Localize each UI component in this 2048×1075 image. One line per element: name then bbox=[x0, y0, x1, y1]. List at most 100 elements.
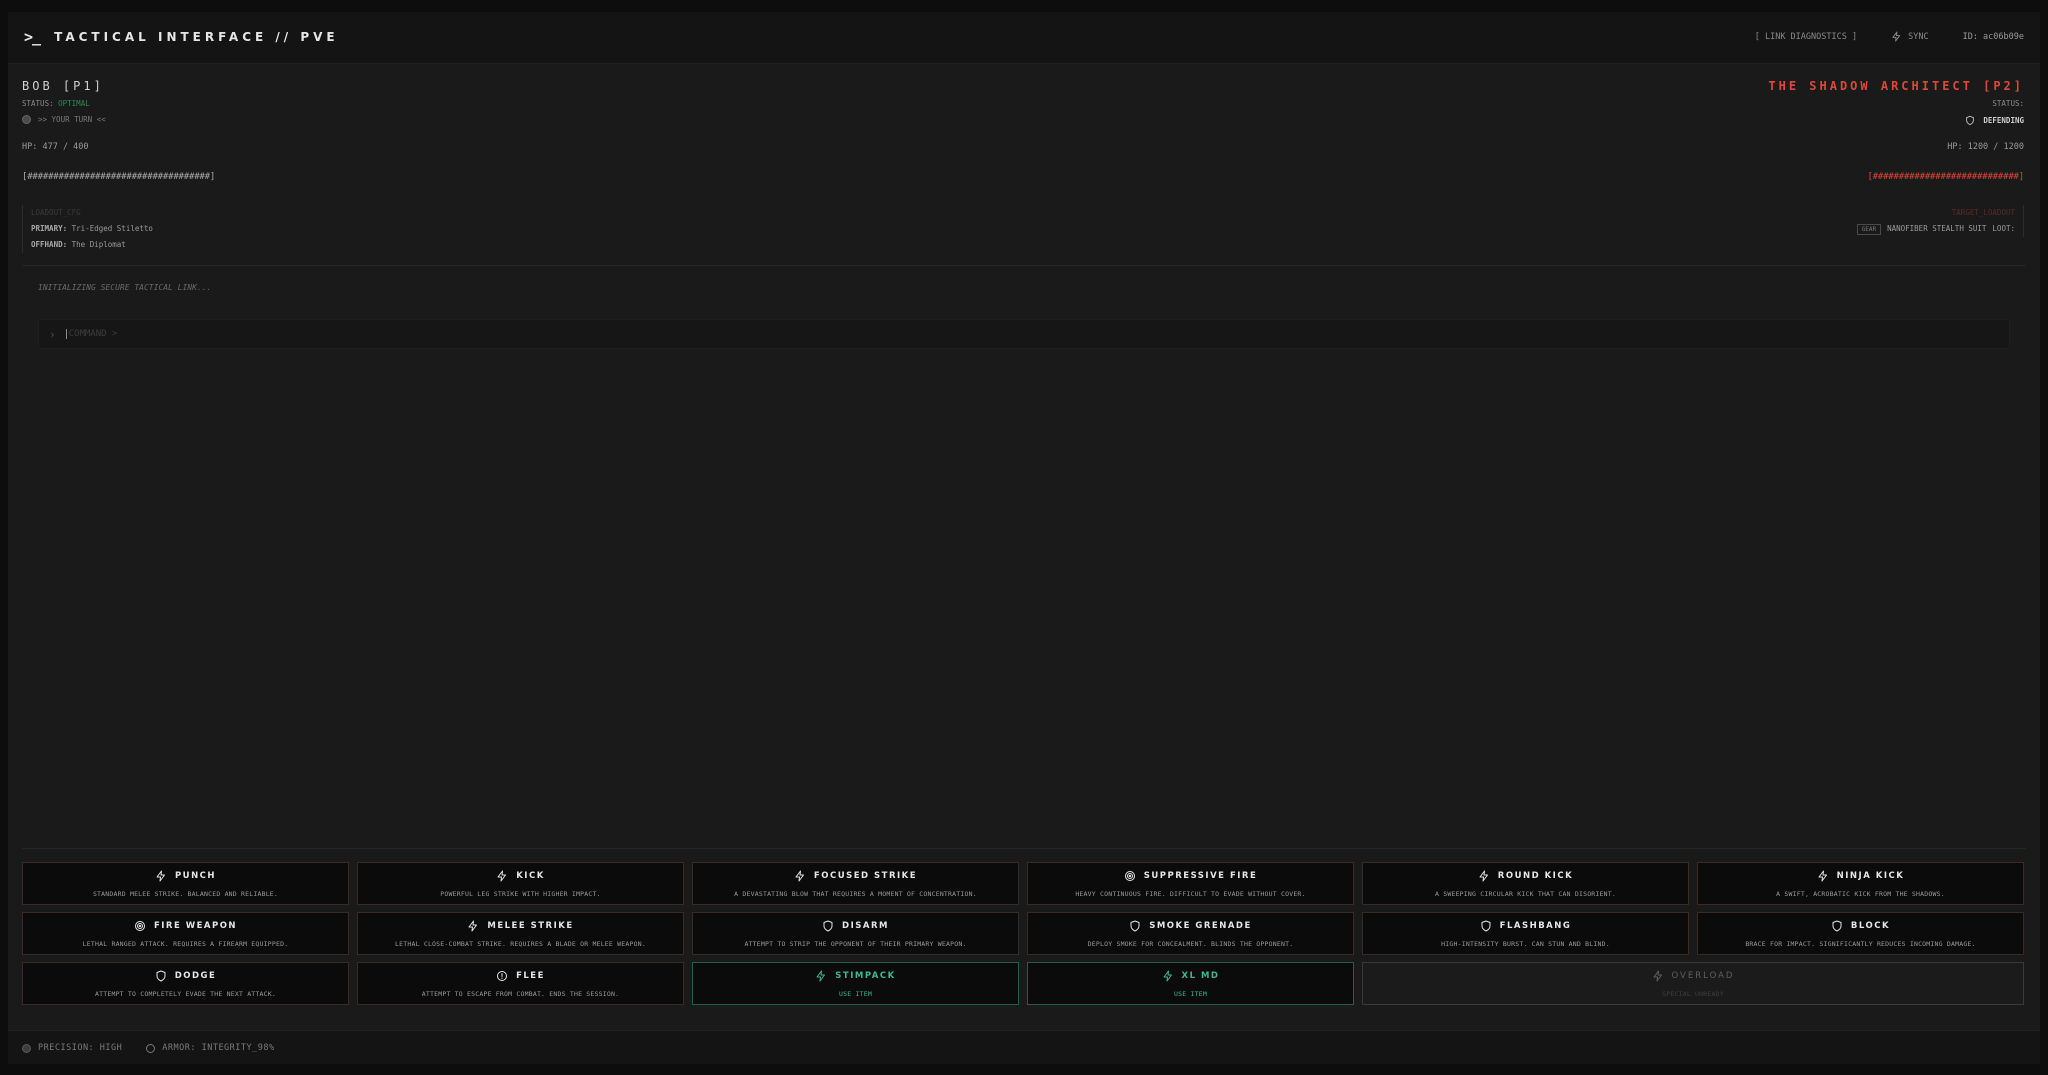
action-ninja-kick-button[interactable]: NINJA KICK A SWIFT, ACROBATIC KICK FROM T… bbox=[1697, 862, 2024, 905]
action-name: ROUND KICK bbox=[1497, 870, 1574, 881]
target-icon bbox=[134, 920, 145, 931]
session-id: ID: ac06b09e bbox=[1962, 31, 2024, 42]
action-description: BRACE FOR IMPACT. SIGNIFICANTLY REDUCES … bbox=[1745, 939, 1976, 948]
target-icon bbox=[1124, 870, 1135, 881]
action-fire-weapon-button[interactable]: FIRE WEAPON LETHAL RANGED ATTACK. REQUIRE… bbox=[22, 912, 349, 955]
player1-name: BOB [P1] bbox=[22, 79, 104, 93]
gear-value: NANOFIBER STEALTH SUIT bbox=[1887, 224, 1987, 233]
action-header: DODGE bbox=[155, 970, 217, 982]
action-header: DISARM bbox=[822, 920, 889, 932]
action-smoke-grenade-button[interactable]: SMOKE GRENADE DEPLOY SMOKE FOR CONCEALMEN… bbox=[1027, 912, 1354, 955]
app-title: TACTICAL INTERFACE // PVE bbox=[54, 30, 339, 44]
bolt-icon bbox=[1818, 870, 1827, 881]
action-flashbang-button[interactable]: FLASHBANG HIGH-INTENSITY BURST. CAN STUN … bbox=[1362, 912, 1689, 955]
action-name: SMOKE GRENADE bbox=[1149, 920, 1252, 931]
action-description: LETHAL RANGED ATTACK. REQUIRES A FIREARM… bbox=[82, 939, 289, 948]
action-header: NINJA KICK bbox=[1817, 870, 1905, 882]
gear-tag: GEAR bbox=[1856, 223, 1882, 235]
divider bbox=[22, 848, 2026, 849]
target-loadout-heading: TARGET_LOADOUT bbox=[1951, 208, 2015, 217]
action-header: KICK bbox=[496, 870, 545, 882]
action-header: ROUND KICK bbox=[1478, 870, 1573, 882]
loadout-heading: LOADOUT_CFG bbox=[31, 208, 81, 217]
link-diagnostics-button[interactable]: [ LINK DIAGNOSTICS ] bbox=[1755, 32, 1857, 42]
action-round-kick-button[interactable]: ROUND KICK A SWEEPING CIRCULAR KICK THAT … bbox=[1362, 862, 1689, 905]
action-header: STIMPACK bbox=[815, 970, 895, 982]
armor-label: ARMOR: INTEGRITY_98% bbox=[162, 1043, 275, 1053]
action-punch-button[interactable]: PUNCH STANDARD MELEE STRIKE. BALANCED AND… bbox=[22, 862, 349, 905]
action-header: FLASHBANG bbox=[1480, 920, 1572, 932]
offhand-label: OFFHAND: bbox=[31, 240, 68, 249]
player2-hp-bar: [############################] bbox=[1867, 172, 2024, 182]
action-description: SPECIAL UNREADY bbox=[1662, 989, 1724, 998]
turn-label: >> YOUR TURN << bbox=[38, 115, 106, 124]
action-kick-button[interactable]: KICK POWERFUL LEG STRIKE WITH HIGHER IMPA… bbox=[357, 862, 684, 905]
shield-icon bbox=[1966, 115, 1975, 126]
action-description: A DEVASTATING BLOW THAT REQUIRES A MOMEN… bbox=[734, 889, 977, 898]
action-description: ATTEMPT TO STRIP THE OPPONENT OF THEIR P… bbox=[744, 939, 967, 948]
action-header: SMOKE GRENADE bbox=[1129, 920, 1252, 932]
bolt-icon bbox=[1892, 31, 1901, 42]
bolt-icon bbox=[468, 920, 478, 931]
action-header: OVERLOAD bbox=[1652, 970, 1735, 982]
chevron-right-icon: › bbox=[49, 327, 56, 341]
player2-status: STATUS: bbox=[1992, 99, 2024, 108]
alert-icon bbox=[497, 970, 508, 981]
bolt-icon bbox=[156, 870, 165, 881]
action-description: A SWEEPING CIRCULAR KICK THAT CAN DISORI… bbox=[1435, 889, 1616, 898]
action-description: STANDARD MELEE STRIKE. BALANCED AND RELI… bbox=[92, 889, 279, 898]
command-input[interactable] bbox=[65, 329, 1866, 339]
primary-row: PRIMARY: Tri-Edged Stiletto bbox=[31, 221, 153, 237]
action-name: DODGE bbox=[174, 970, 217, 981]
action-description: HEAVY CONTINUOUS FIRE. DIFFICULT TO EVAD… bbox=[1075, 889, 1306, 898]
action-focused-strike-button[interactable]: FOCUSED STRIKE A DEVASTATING BLOW THAT RE… bbox=[692, 862, 1019, 905]
action-name: PUNCH bbox=[174, 870, 217, 881]
player2-state-label: DEFENDING bbox=[1983, 116, 2024, 125]
action-header: PUNCH bbox=[155, 870, 216, 882]
shield-icon bbox=[1130, 920, 1140, 931]
player2-loadout: TARGET_LOADOUT GEAR NANOFIBER STEALTH SU… bbox=[1856, 205, 2024, 237]
action-description: LETHAL CLOSE-COMBAT STRIKE. REQUIRES A B… bbox=[395, 939, 646, 948]
primary-value: Tri-Edged Stiletto bbox=[71, 224, 153, 233]
precision-stat: PRECISION: HIGH bbox=[22, 1043, 122, 1053]
player2-name: THE SHADOW ARCHITECT [P2] bbox=[1768, 79, 2024, 93]
primary-label: PRIMARY: bbox=[31, 224, 68, 233]
sync-label: SYNC bbox=[1908, 31, 1929, 42]
terminal-log-line: INITIALIZING SECURE TACTICAL LINK... bbox=[38, 283, 212, 292]
action-name: SUPPRESSIVE FIRE bbox=[1143, 870, 1258, 881]
player1-status-label: STATUS: bbox=[22, 99, 54, 108]
shield-icon bbox=[823, 920, 833, 931]
action-xl-md-button[interactable]: XL MD USE ITEM bbox=[1027, 962, 1354, 1005]
terminal-prompt-icon: >_ bbox=[24, 28, 41, 46]
action-overload-button[interactable]: OVERLOAD SPECIAL UNREADY bbox=[1362, 962, 2024, 1005]
action-stimpack-button[interactable]: STIMPACK USE ITEM bbox=[692, 962, 1019, 1005]
shield-icon bbox=[1481, 920, 1491, 931]
gear-row: GEAR NANOFIBER STEALTH SUIT LOOT: bbox=[1856, 221, 2015, 237]
turn-dot-icon bbox=[22, 115, 31, 124]
command-bar: › bbox=[38, 319, 2010, 349]
offhand-value: The Diplomat bbox=[71, 240, 126, 249]
action-description: HIGH-INTENSITY BURST. CAN STUN AND BLIND… bbox=[1441, 939, 1610, 948]
action-name: BLOCK bbox=[1850, 920, 1891, 931]
action-name: MELEE STRIKE bbox=[487, 920, 574, 931]
action-flee-button[interactable]: FLEE ATTEMPT TO ESCAPE FROM COMBAT. ENDS … bbox=[357, 962, 684, 1005]
action-disarm-button[interactable]: DISARM ATTEMPT TO STRIP THE OPPONENT OF T… bbox=[692, 912, 1019, 955]
action-description: POWERFUL LEG STRIKE WITH HIGHER IMPACT. bbox=[440, 889, 601, 898]
action-dodge-button[interactable]: DODGE ATTEMPT TO COMPLETELY EVADE THE NEX… bbox=[22, 962, 349, 1005]
action-suppressive-fire-button[interactable]: SUPPRESSIVE FIRE HEAVY CONTINUOUS FIRE. D… bbox=[1027, 862, 1354, 905]
bolt-icon bbox=[795, 870, 804, 881]
player2-hp: HP: 1200 / 1200 bbox=[1947, 142, 2024, 152]
action-block-button[interactable]: BLOCK BRACE FOR IMPACT. SIGNIFICANTLY RED… bbox=[1697, 912, 2024, 955]
action-name: STIMPACK bbox=[835, 970, 896, 981]
action-header: XL MD bbox=[1162, 970, 1220, 982]
action-header: BLOCK bbox=[1831, 920, 1890, 932]
player1-status-value: OPTIMAL bbox=[58, 99, 90, 108]
action-header: FOCUSED STRIKE bbox=[794, 870, 917, 882]
armor-stat: ARMOR: INTEGRITY_98% bbox=[146, 1043, 274, 1053]
action-description: USE ITEM bbox=[839, 989, 872, 998]
player1-loadout: LOADOUT_CFG PRIMARY: Tri-Edged Stiletto … bbox=[22, 205, 153, 253]
sync-button[interactable]: SYNC bbox=[1891, 31, 1929, 42]
action-melee-strike-button[interactable]: MELEE STRIKE LETHAL CLOSE-COMBAT STRIKE. … bbox=[357, 912, 684, 955]
divider bbox=[22, 265, 2026, 266]
action-description: ATTEMPT TO ESCAPE FROM COMBAT. ENDS THE … bbox=[421, 989, 620, 998]
